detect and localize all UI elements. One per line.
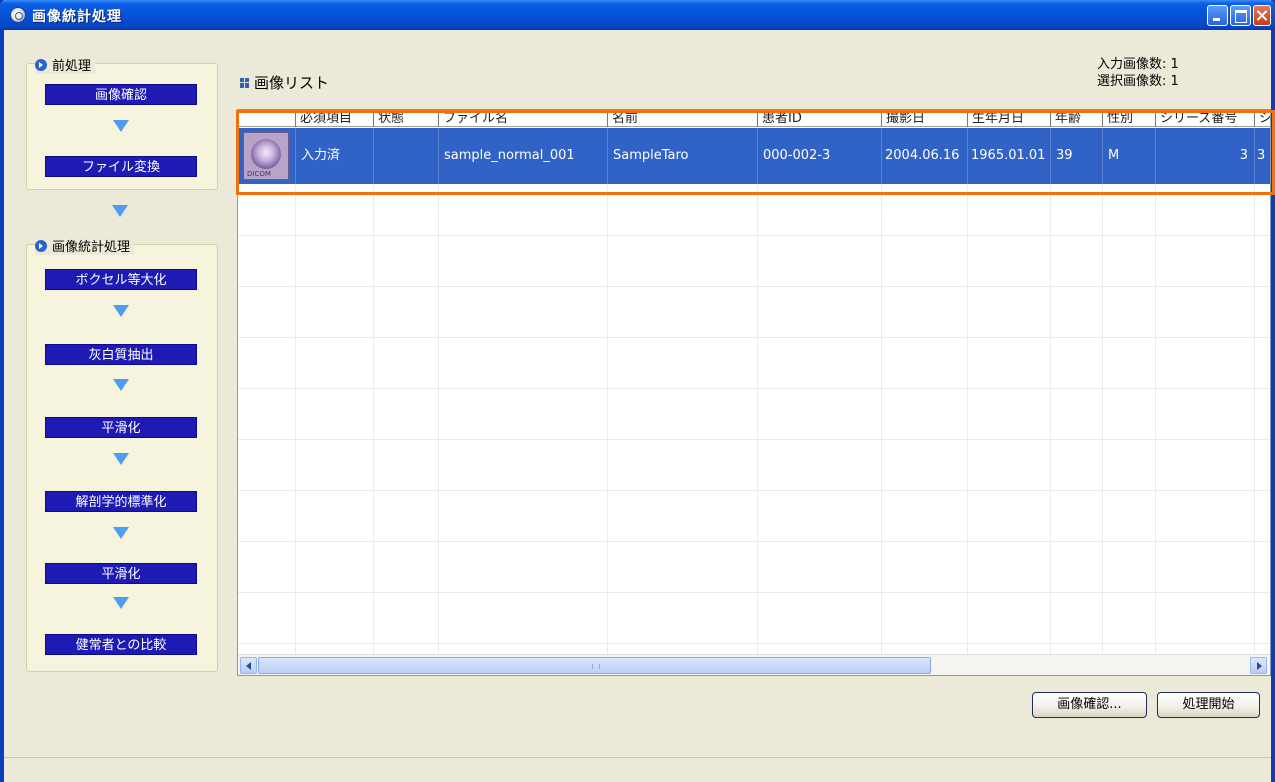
status-bar	[4, 757, 1271, 782]
cell-name[interactable]: SampleTaro	[607, 128, 757, 184]
preprocess-group: 前処理 画像確認 ファイル変換	[26, 55, 218, 190]
column-divider	[295, 127, 296, 654]
title-bar: 画像統計処理	[0, 0, 1275, 30]
input-count: 入力画像数: 1	[1097, 57, 1179, 72]
cell-capture-date[interactable]: 2004.06.16	[881, 128, 967, 184]
cell-sex[interactable]: M	[1102, 128, 1155, 184]
step-voxel-isotropic[interactable]: ボクセル等大化	[45, 269, 197, 290]
step-smoothing-1[interactable]: 平滑化	[45, 417, 197, 438]
cell-age[interactable]: 39	[1050, 128, 1102, 184]
preprocess-title-label: 前処理	[52, 59, 92, 74]
cell-file-name[interactable]: sample_normal_001	[438, 128, 607, 184]
image-counts: 入力画像数: 1 選択画像数: 1	[1097, 56, 1179, 90]
column-header-capture-date[interactable]: 撮影日	[881, 110, 967, 127]
table-grid: 必須項目 状態 ファイル名 名前 患者ID 撮影日 生年月日 年齢 性別 シリー…	[238, 110, 1270, 654]
column-divider	[1102, 127, 1103, 654]
column-header-file-name[interactable]: ファイル名	[438, 110, 607, 127]
minimize-icon[interactable]	[1207, 5, 1228, 26]
brain-icon	[251, 139, 281, 169]
image-list-title: 画像リスト	[240, 72, 329, 93]
row-divider	[238, 490, 1270, 491]
maximize-icon[interactable]	[1230, 5, 1251, 26]
scrollbar-thumb[interactable]	[258, 657, 931, 674]
arrow-down-icon	[112, 205, 128, 217]
arrow-down-icon	[113, 597, 129, 609]
bullet-icon	[35, 239, 47, 252]
column-header-thumbnail[interactable]	[238, 110, 295, 127]
window-title: 画像統計処理	[32, 9, 122, 25]
column-header-name[interactable]: 名前	[607, 110, 757, 127]
step-smoothing-2[interactable]: 平滑化	[45, 563, 197, 584]
column-divider	[757, 127, 758, 654]
image-table: 必須項目 状態 ファイル名 名前 患者ID 撮影日 生年月日 年齢 性別 シリー…	[237, 109, 1271, 676]
scroll-right-icon[interactable]	[1250, 657, 1267, 674]
start-processing-button[interactable]: 処理開始	[1157, 692, 1260, 718]
row-divider	[238, 286, 1270, 287]
image-list-label: 画像リスト	[254, 74, 330, 92]
step-image-confirm[interactable]: 画像確認	[45, 84, 197, 105]
column-header-extra[interactable]: シ	[1254, 110, 1270, 127]
selected-count: 選択画像数: 1	[1097, 74, 1179, 89]
column-header-patient-id[interactable]: 患者ID	[757, 110, 881, 127]
image-confirm-button[interactable]: 画像確認...	[1032, 692, 1147, 718]
statistics-group-title: 画像統計処理	[35, 236, 135, 255]
close-icon[interactable]	[1253, 5, 1271, 26]
brain-thumbnail[interactable]: DICOM	[243, 132, 289, 180]
column-divider	[607, 127, 608, 654]
row-divider	[238, 541, 1270, 542]
thumbnail-label: DICOM	[247, 170, 271, 178]
row-divider	[238, 439, 1270, 440]
step-anatomical-normalization[interactable]: 解剖学的標準化	[45, 491, 197, 512]
column-header-sex[interactable]: 性別	[1102, 110, 1155, 127]
scroll-left-icon[interactable]	[240, 657, 257, 674]
column-header-series-no[interactable]: シリーズ番号	[1155, 110, 1254, 127]
column-divider	[373, 127, 374, 654]
app-icon	[10, 7, 26, 23]
step-compare-normal[interactable]: 健常者との比較	[45, 634, 197, 655]
cell-required[interactable]: 入力済	[295, 128, 373, 184]
column-divider	[1254, 127, 1255, 654]
arrow-down-icon	[113, 305, 129, 317]
column-divider	[1155, 127, 1156, 654]
arrow-down-icon	[113, 527, 129, 539]
row-divider	[238, 592, 1270, 593]
cell-extra[interactable]: 3	[1254, 128, 1270, 184]
arrow-down-icon	[113, 120, 129, 132]
step-file-convert[interactable]: ファイル変換	[45, 156, 197, 177]
column-divider	[1050, 127, 1051, 654]
row-divider	[238, 337, 1270, 338]
arrow-down-icon	[113, 379, 129, 391]
column-header-status[interactable]: 状態	[373, 110, 438, 127]
column-header-birth-date[interactable]: 生年月日	[967, 110, 1050, 127]
preprocess-group-title: 前処理	[35, 55, 96, 74]
column-divider	[967, 127, 968, 654]
step-gray-matter-extract[interactable]: 灰白質抽出	[45, 344, 197, 365]
column-header-required[interactable]: 必須項目	[295, 110, 373, 127]
cell-status[interactable]	[373, 128, 438, 184]
statistics-group: 画像統計処理 ボクセル等大化 灰白質抽出 平滑化 解剖学的標準化 平滑化 健常者…	[26, 236, 218, 672]
row-divider	[238, 388, 1270, 389]
cell-birth-date[interactable]: 1965.01.01	[967, 128, 1050, 184]
row-divider	[238, 643, 1270, 644]
column-divider	[881, 127, 882, 654]
statistics-title-label: 画像統計処理	[52, 240, 131, 255]
row-divider	[238, 235, 1270, 236]
grip-icon	[592, 664, 600, 669]
column-header-age[interactable]: 年齢	[1050, 110, 1102, 127]
horizontal-scrollbar[interactable]	[238, 654, 1270, 675]
column-divider	[438, 127, 439, 654]
arrow-down-icon	[113, 453, 129, 465]
bullet-icon	[35, 58, 47, 71]
app-window: 画像統計処理 前処理 画像確認 ファイル変換 画像統計処理 ボクセル等大化 灰白…	[0, 0, 1275, 782]
cell-series-no[interactable]: 3	[1155, 128, 1254, 184]
cell-patient-id[interactable]: 000-002-3	[757, 128, 881, 184]
list-icon	[240, 77, 250, 88]
